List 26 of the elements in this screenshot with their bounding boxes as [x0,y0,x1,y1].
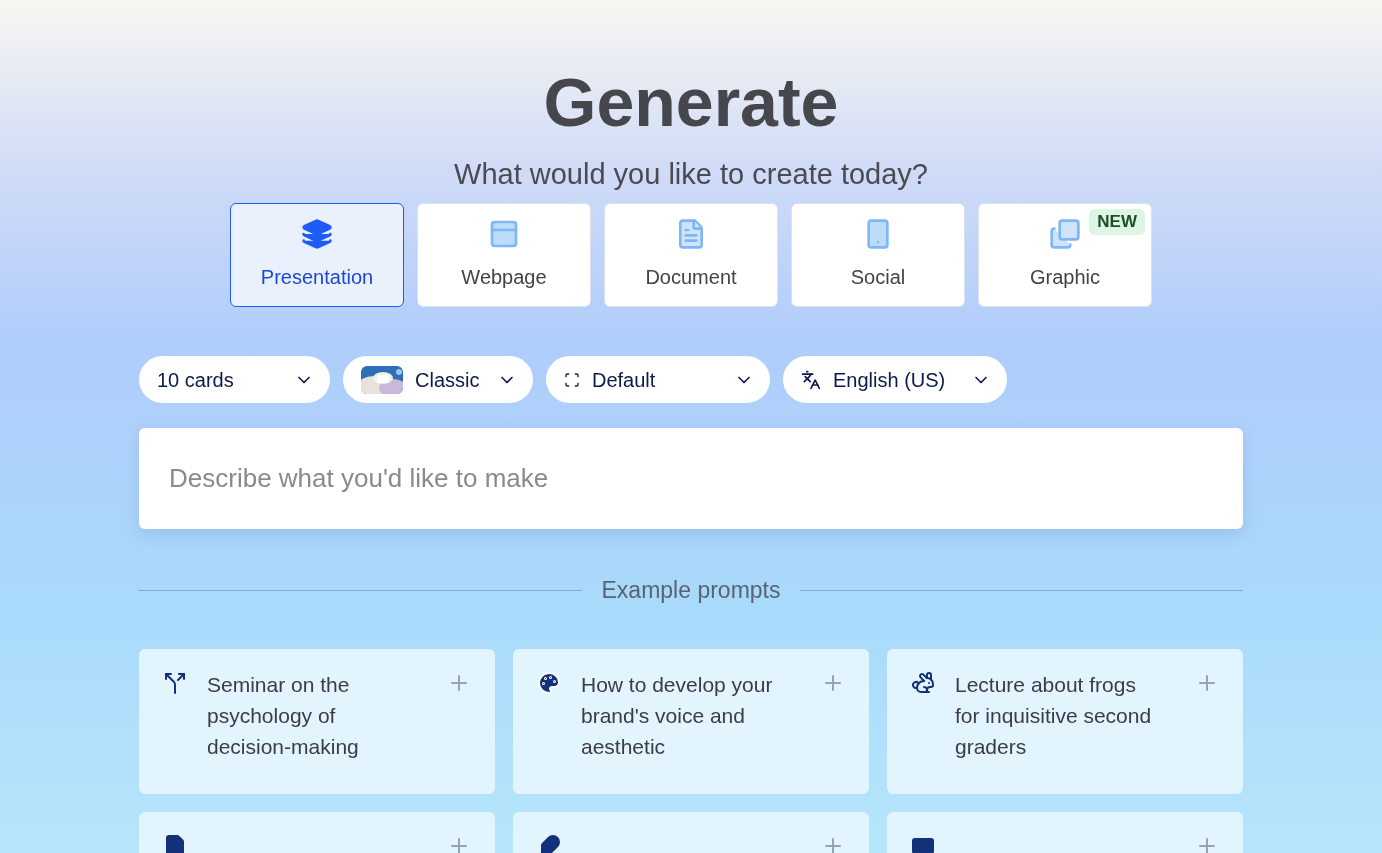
example-prompt-card[interactable]: Lecture about frogs for inquisitive second graders [887,648,1243,794]
type-tab[interactable]: Document [604,203,778,307]
new-badge: NEW [1089,209,1145,235]
option-dropdown[interactable]: English (US) [783,356,1007,403]
palette-icon [537,670,561,695]
type-tab[interactable]: Webpage [417,203,591,307]
prompt-input[interactable]: Describe what you'd like to make [139,428,1243,529]
example-prompt-card[interactable]: How to develop your brand's voice and aesthetic [513,648,869,794]
option-dropdown[interactable]: Default [546,356,770,403]
browser-window-icon [488,218,520,250]
subtitle: What would you like to create today? [454,157,928,192]
frame-icon [564,371,580,388]
section-heading: Example prompts [601,576,781,605]
type-tab[interactable]: NEW Graphic [978,203,1152,307]
page-title: Generate [543,63,839,142]
language-icon [801,369,821,390]
animal-icon [911,670,935,695]
option-dropdown[interactable]: 10 cards [139,356,330,403]
images-icon [1049,218,1081,250]
stack-icon [301,218,333,250]
type-tab[interactable]: Social [791,203,965,307]
type-tab[interactable]: Presentation [230,203,404,307]
example-prompt-card[interactable]: Seminar on the psychology of decision-making [139,648,495,794]
option-dropdown[interactable]: Classic [343,356,533,403]
document-icon [163,833,187,853]
split-arrows-icon [163,670,187,695]
